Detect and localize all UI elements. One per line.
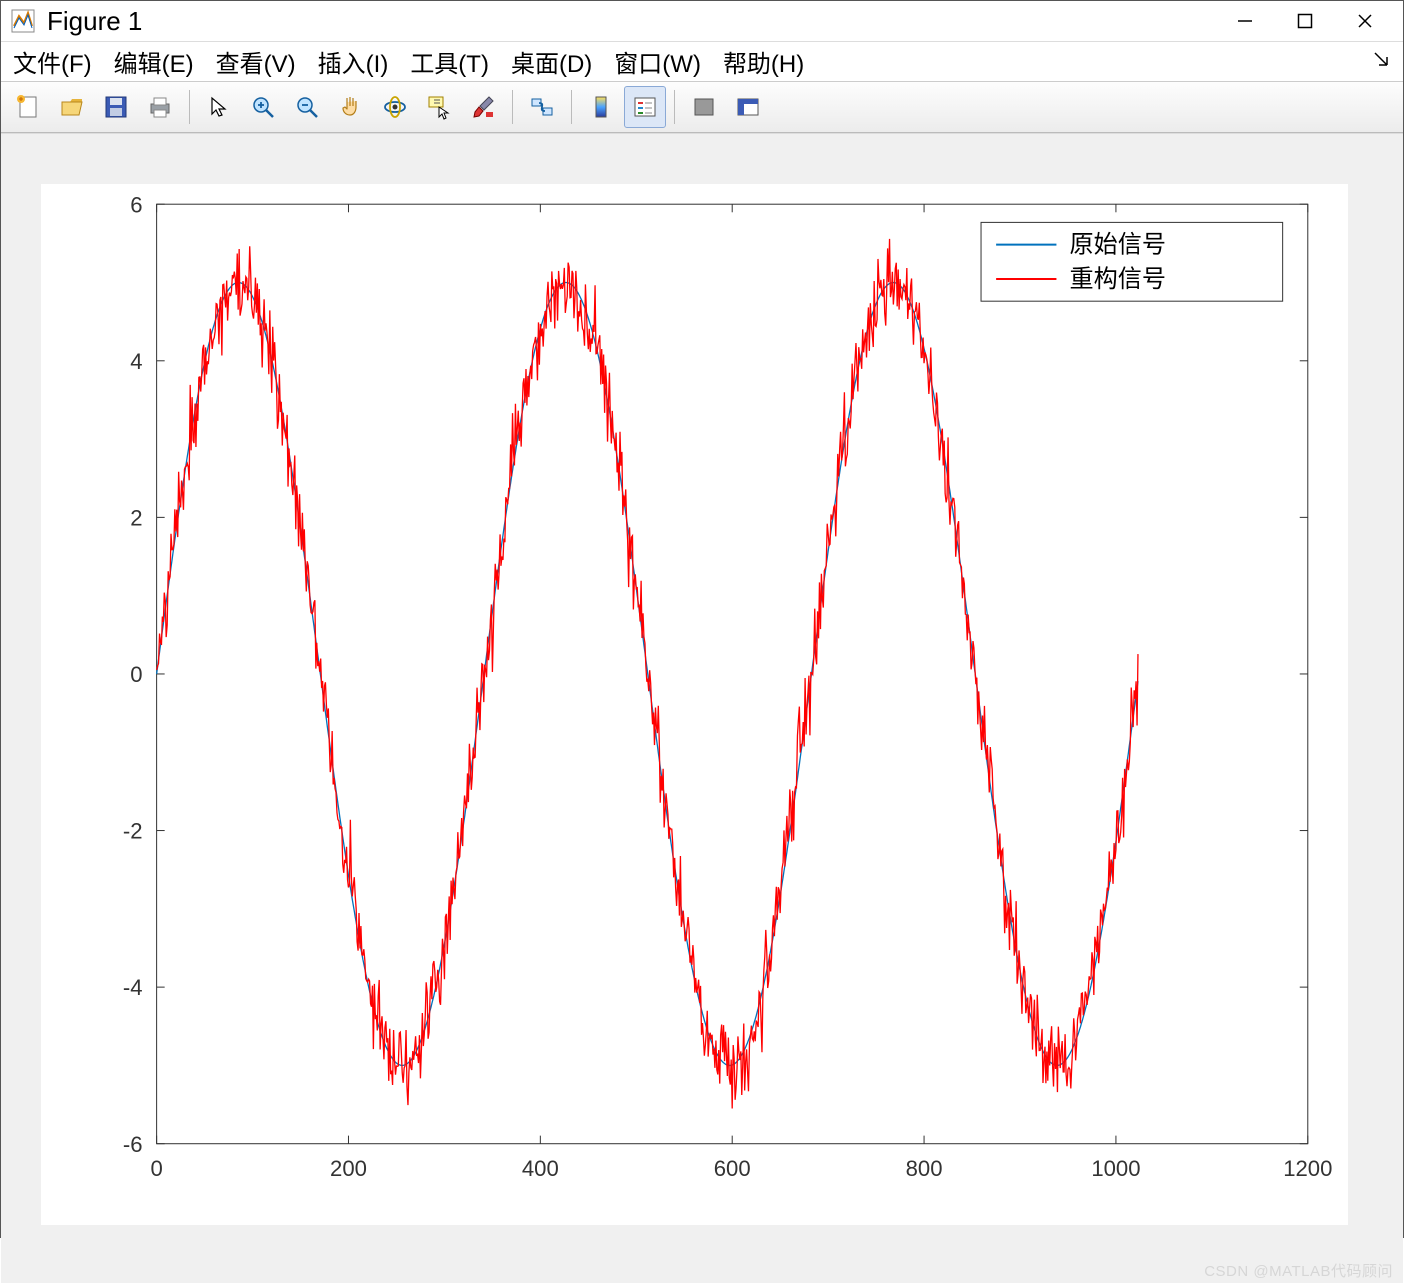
new-figure-icon[interactable] [7, 86, 49, 128]
toolbar [1, 82, 1403, 133]
titlebar: Figure 1 [1, 1, 1403, 42]
axes[interactable]: 0 200 400 600 800 1000 1200 -6 -4 -2 0 2 4 6 原始信号重构信号 [41, 184, 1348, 1225]
rotate-3d-icon[interactable] [374, 86, 416, 128]
link-icon[interactable] [521, 86, 563, 128]
open-icon[interactable] [51, 86, 93, 128]
menu-insert[interactable]: 插入(I) [312, 42, 395, 81]
svg-text:4: 4 [130, 349, 142, 374]
svg-text:2: 2 [130, 505, 142, 530]
toolbar-separator [512, 90, 513, 124]
figure-window: Figure 1 文件(F) 编辑(E) 查看(V) 插入(I) 工具(T) 桌… [0, 0, 1404, 1238]
legend-icon[interactable] [624, 86, 666, 128]
svg-text:重构信号: 重构信号 [1070, 266, 1166, 293]
svg-text:-6: -6 [123, 1132, 143, 1157]
hide-plot-tools-icon[interactable] [683, 86, 725, 128]
menubar: 文件(F) 编辑(E) 查看(V) 插入(I) 工具(T) 桌面(D) 窗口(W… [1, 42, 1403, 82]
svg-text:1200: 1200 [1283, 1156, 1332, 1181]
window-title: Figure 1 [47, 6, 142, 37]
watermark-text: CSDN @MATLAB代码顾问 [1204, 1260, 1393, 1281]
maximize-button[interactable] [1275, 1, 1335, 41]
svg-text:600: 600 [714, 1156, 751, 1181]
svg-text:原始信号: 原始信号 [1070, 232, 1166, 259]
colorbar-icon[interactable] [580, 86, 622, 128]
app-icon [9, 7, 37, 35]
menu-help[interactable]: 帮助(H) [717, 42, 810, 81]
svg-text:6: 6 [130, 192, 142, 217]
close-button[interactable] [1335, 1, 1395, 41]
svg-text:0: 0 [130, 662, 142, 687]
svg-text:200: 200 [330, 1156, 367, 1181]
plot-container: 020040060080010001200-6-4-20246原始信号重构信号 … [1, 133, 1403, 1283]
svg-text:400: 400 [522, 1156, 559, 1181]
menu-file[interactable]: 文件(F) [7, 42, 98, 81]
undock-arrow-icon[interactable] [1373, 51, 1397, 72]
zoom-out-icon[interactable] [286, 86, 328, 128]
toolbar-separator [571, 90, 572, 124]
save-icon[interactable] [95, 86, 137, 128]
dock-app-icon[interactable] [727, 86, 769, 128]
toolbar-separator [189, 90, 190, 124]
svg-text:0: 0 [150, 1156, 162, 1181]
menu-edit[interactable]: 编辑(E) [108, 42, 200, 81]
svg-text:800: 800 [906, 1156, 943, 1181]
minimize-button[interactable] [1215, 1, 1275, 41]
menu-desktop[interactable]: 桌面(D) [505, 42, 598, 81]
print-icon[interactable] [139, 86, 181, 128]
menu-tools[interactable]: 工具(T) [404, 42, 495, 81]
toolbar-separator [674, 90, 675, 124]
svg-text:-4: -4 [123, 975, 143, 1000]
brush-icon[interactable] [462, 86, 504, 128]
pan-icon[interactable] [330, 86, 372, 128]
svg-text:1000: 1000 [1091, 1156, 1140, 1181]
menu-window[interactable]: 窗口(W) [608, 42, 707, 81]
svg-text:-2: -2 [123, 819, 143, 844]
zoom-in-icon[interactable] [242, 86, 284, 128]
menu-view[interactable]: 查看(V) [210, 42, 302, 81]
pointer-icon[interactable] [198, 86, 240, 128]
datacursor-icon[interactable] [418, 86, 460, 128]
